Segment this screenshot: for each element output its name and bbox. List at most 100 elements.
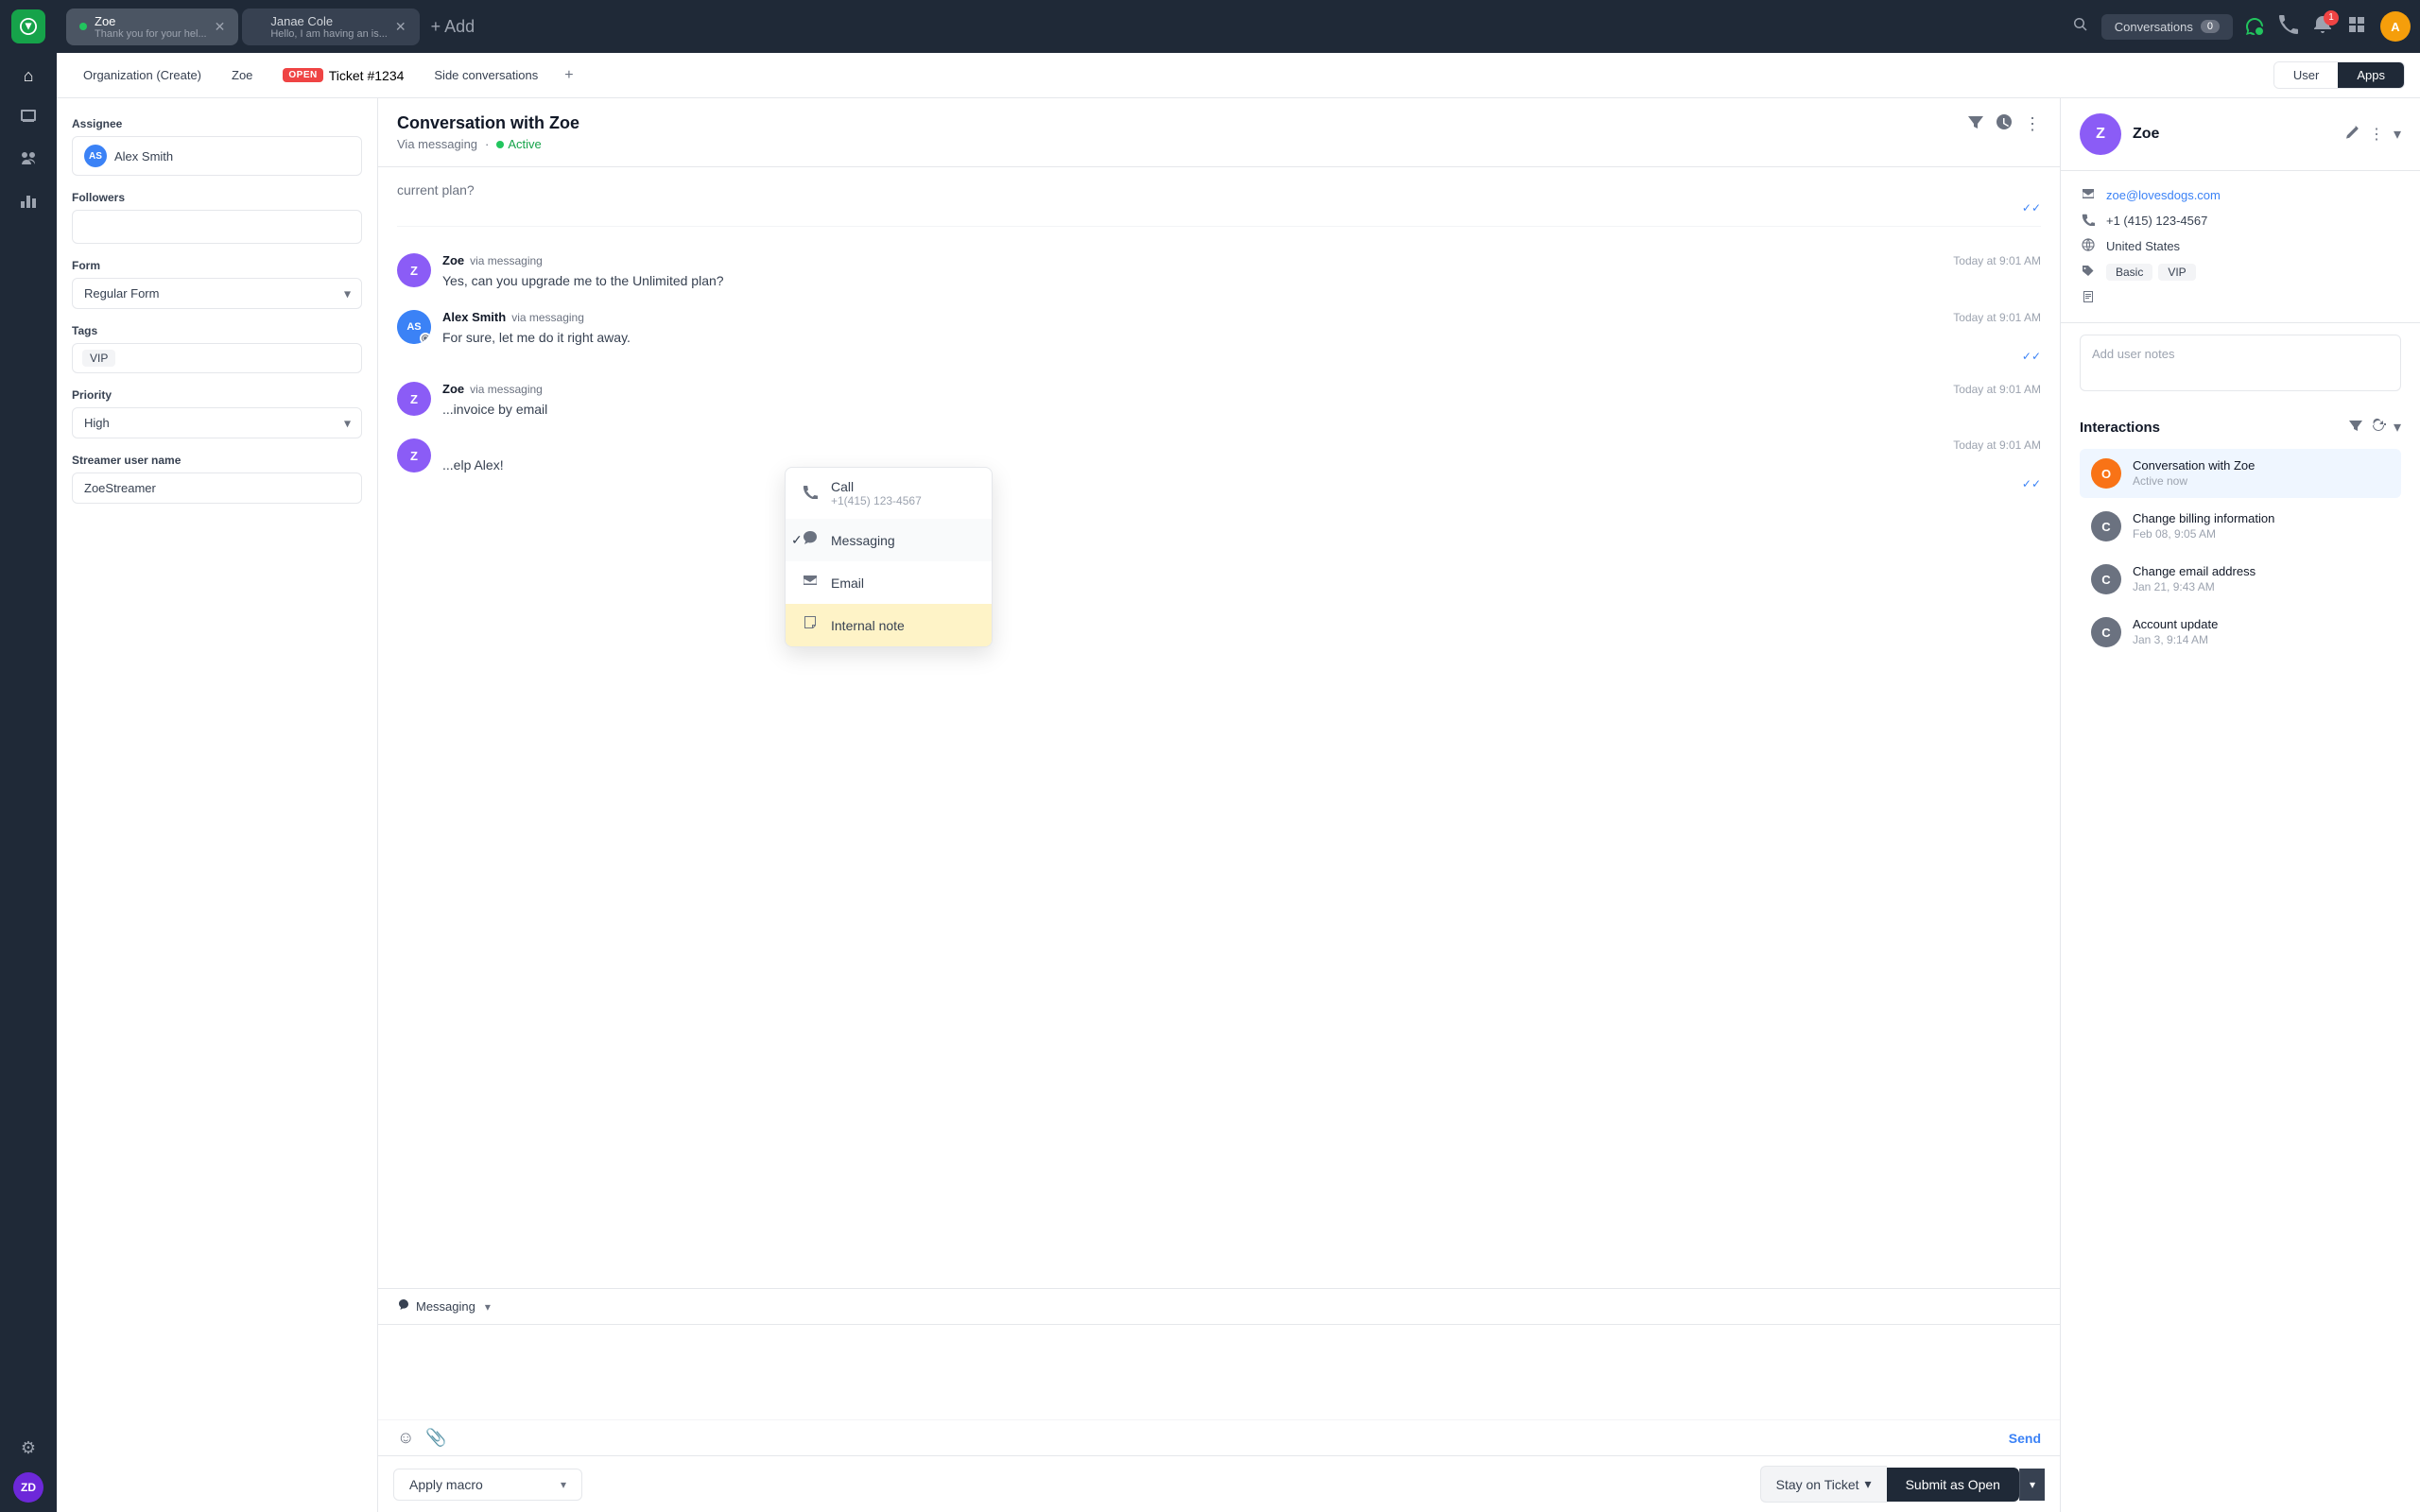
compose-tab-label: Messaging: [416, 1299, 475, 1314]
assignee-label: Assignee: [72, 117, 362, 130]
tab-janae[interactable]: Janae Cole Hello, I am having an is... ✕: [242, 9, 419, 45]
interaction-item-2[interactable]: C Change billing information Feb 08, 9:0…: [2080, 502, 2401, 551]
sidebar: ⌂ ⚙ ZD: [0, 0, 57, 1512]
sidebar-stats-icon[interactable]: [11, 183, 45, 217]
email-info-icon: [2080, 187, 2097, 203]
tab-janae-close[interactable]: ✕: [395, 19, 406, 35]
breadcrumb-ticket[interactable]: OPEN Ticket #1234: [271, 64, 415, 87]
priority-select[interactable]: High Low Normal Urgent: [72, 407, 362, 438]
message-content: Today at 9:01 AM ...elp Alex! ✓✓: [442, 438, 2041, 490]
compose-area[interactable]: [378, 1325, 2060, 1419]
interaction-item-4[interactable]: C Account update Jan 3, 9:14 AM: [2080, 608, 2401, 657]
user-name: Zoe: [2133, 126, 2159, 143]
compose-tab-messaging[interactable]: Messaging ▾: [378, 1289, 2060, 1325]
breadcrumb-add-button[interactable]: +: [557, 63, 580, 88]
tab-janae-dot: [255, 23, 263, 30]
notes-info-icon: [2080, 290, 2097, 306]
sidebar-inbox-icon[interactable]: [11, 100, 45, 134]
compose-tab-chevron: ▾: [485, 1300, 491, 1314]
edit-icon[interactable]: [2344, 125, 2360, 145]
user-tag-vip: VIP: [2158, 264, 2195, 281]
stay-on-ticket-button[interactable]: Stay on Ticket ▾: [1760, 1466, 1887, 1503]
dropdown-call-content: Call +1(415) 123-4567: [831, 479, 922, 507]
tags-field[interactable]: VIP: [72, 343, 362, 373]
message-sender: Zoe: [442, 382, 464, 396]
message-time: Today at 9:01 AM: [1953, 383, 2041, 396]
form-label: Form: [72, 259, 362, 272]
compose-section: Messaging ▾ ☺ 📎 Send: [378, 1288, 2060, 1455]
conversation-sub: Via messaging · Active: [397, 137, 579, 151]
messaging-icon: [801, 530, 820, 550]
interactions-collapse-icon[interactable]: ▾: [2394, 418, 2401, 438]
apps-tab-button[interactable]: Apps: [2338, 62, 2404, 88]
add-tab-button[interactable]: + Add: [424, 13, 483, 41]
dropdown-messaging-label: Messaging: [831, 533, 895, 548]
notifications-bell[interactable]: 1: [2312, 14, 2333, 40]
interaction-time-1: Active now: [2133, 474, 2390, 488]
message-row: Z Today at 9:01 AM ...elp Alex! ✓✓: [397, 438, 2041, 490]
user-profile-avatar[interactable]: A: [2380, 11, 2411, 42]
ticket-number: Ticket #1234: [329, 68, 405, 83]
tabs-right-actions: Conversations 0 1 A: [2071, 11, 2411, 42]
history-icon[interactable]: [1996, 113, 2013, 135]
interaction-icon-1: O: [2091, 458, 2121, 489]
grid-view-icon[interactable]: [2346, 14, 2367, 40]
tab-zoe[interactable]: Zoe Thank you for your hel... ✕: [66, 9, 238, 45]
form-select-wrapper: Regular Form: [72, 278, 362, 309]
streamer-label: Streamer user name: [72, 454, 362, 467]
user-notes-field[interactable]: Add user notes: [2080, 335, 2401, 391]
user-email-value[interactable]: zoe@lovesdogs.com: [2106, 188, 2221, 202]
assignee-field[interactable]: AS Alex Smith: [72, 136, 362, 176]
sidebar-settings-icon[interactable]: ⚙: [11, 1431, 45, 1465]
global-search-button[interactable]: [2071, 15, 2090, 39]
email-icon: [801, 573, 820, 593]
sidebar-users-icon[interactable]: [11, 142, 45, 176]
form-select[interactable]: Regular Form: [72, 278, 362, 309]
interaction-time-4: Jan 3, 9:14 AM: [2133, 633, 2390, 646]
interactions-refresh-icon[interactable]: [2371, 418, 2386, 438]
breadcrumb-org[interactable]: Organization (Create): [72, 64, 213, 86]
streamer-input[interactable]: [72, 472, 362, 504]
globe-info-icon: [2080, 238, 2097, 254]
assignee-avatar: AS: [84, 145, 107, 167]
priority-select-wrapper: High Low Normal Urgent: [72, 407, 362, 438]
tab-zoe-close[interactable]: ✕: [215, 19, 226, 35]
more-options-icon[interactable]: ⋮: [2024, 114, 2041, 134]
main-area: Zoe Thank you for your hel... ✕ Janae Co…: [57, 0, 2420, 1512]
compose-messaging-icon: [397, 1298, 410, 1314]
chat-status-icon[interactable]: [2244, 16, 2265, 37]
user-tab-button[interactable]: User: [2274, 62, 2338, 88]
message-channel: via messaging: [511, 311, 584, 324]
sidebar-user-avatar[interactable]: ZD: [13, 1472, 43, 1503]
user-phone-value: +1 (415) 123-4567: [2106, 214, 2207, 228]
interaction-item-3[interactable]: C Change email address Jan 21, 9:43 AM: [2080, 555, 2401, 604]
user-options-icon[interactable]: ⋮: [2369, 125, 2384, 144]
phone-info-icon: [2080, 213, 2097, 229]
submit-arrow-button[interactable]: ▾: [2019, 1469, 2045, 1501]
collapse-icon[interactable]: ▾: [2394, 125, 2401, 144]
send-button[interactable]: Send: [2009, 1431, 2041, 1446]
breadcrumb-side-conversations[interactable]: Side conversations: [423, 64, 549, 86]
followers-field[interactable]: [72, 210, 362, 244]
sidebar-home-icon[interactable]: ⌂: [11, 59, 45, 93]
interactions-filter-icon[interactable]: [2348, 418, 2363, 438]
dropdown-messaging[interactable]: ✓ Messaging: [786, 519, 992, 561]
submit-as-open-button[interactable]: Submit as Open: [1887, 1468, 2019, 1502]
interaction-item-1[interactable]: O Conversation with Zoe Active now: [2080, 449, 2401, 498]
breadcrumb-user[interactable]: Zoe: [220, 64, 264, 86]
message-bubble: ...invoice by email: [442, 400, 2041, 420]
filter-icon[interactable]: [1967, 113, 1984, 135]
interactions-section: Interactions ▾ O Conver: [2061, 403, 2420, 676]
message-bubble: For sure, let me do it right away.: [442, 328, 2041, 348]
user-header-actions: ⋮ ▾: [2344, 125, 2401, 145]
conversation-title: Conversation with Zoe: [397, 113, 579, 133]
phone-icon[interactable]: [2278, 14, 2299, 40]
dropdown-call[interactable]: Call +1(415) 123-4567: [786, 468, 992, 519]
apply-macro-dropdown[interactable]: Apply macro ▾: [393, 1469, 582, 1501]
emoji-icon[interactable]: ☺: [397, 1428, 414, 1448]
message-avatar: AS: [397, 310, 431, 344]
dropdown-email[interactable]: Email: [786, 561, 992, 604]
conversations-button[interactable]: Conversations 0: [2101, 14, 2233, 40]
dropdown-internal-note[interactable]: Internal note: [786, 604, 992, 646]
attachment-icon[interactable]: 📎: [425, 1428, 446, 1448]
